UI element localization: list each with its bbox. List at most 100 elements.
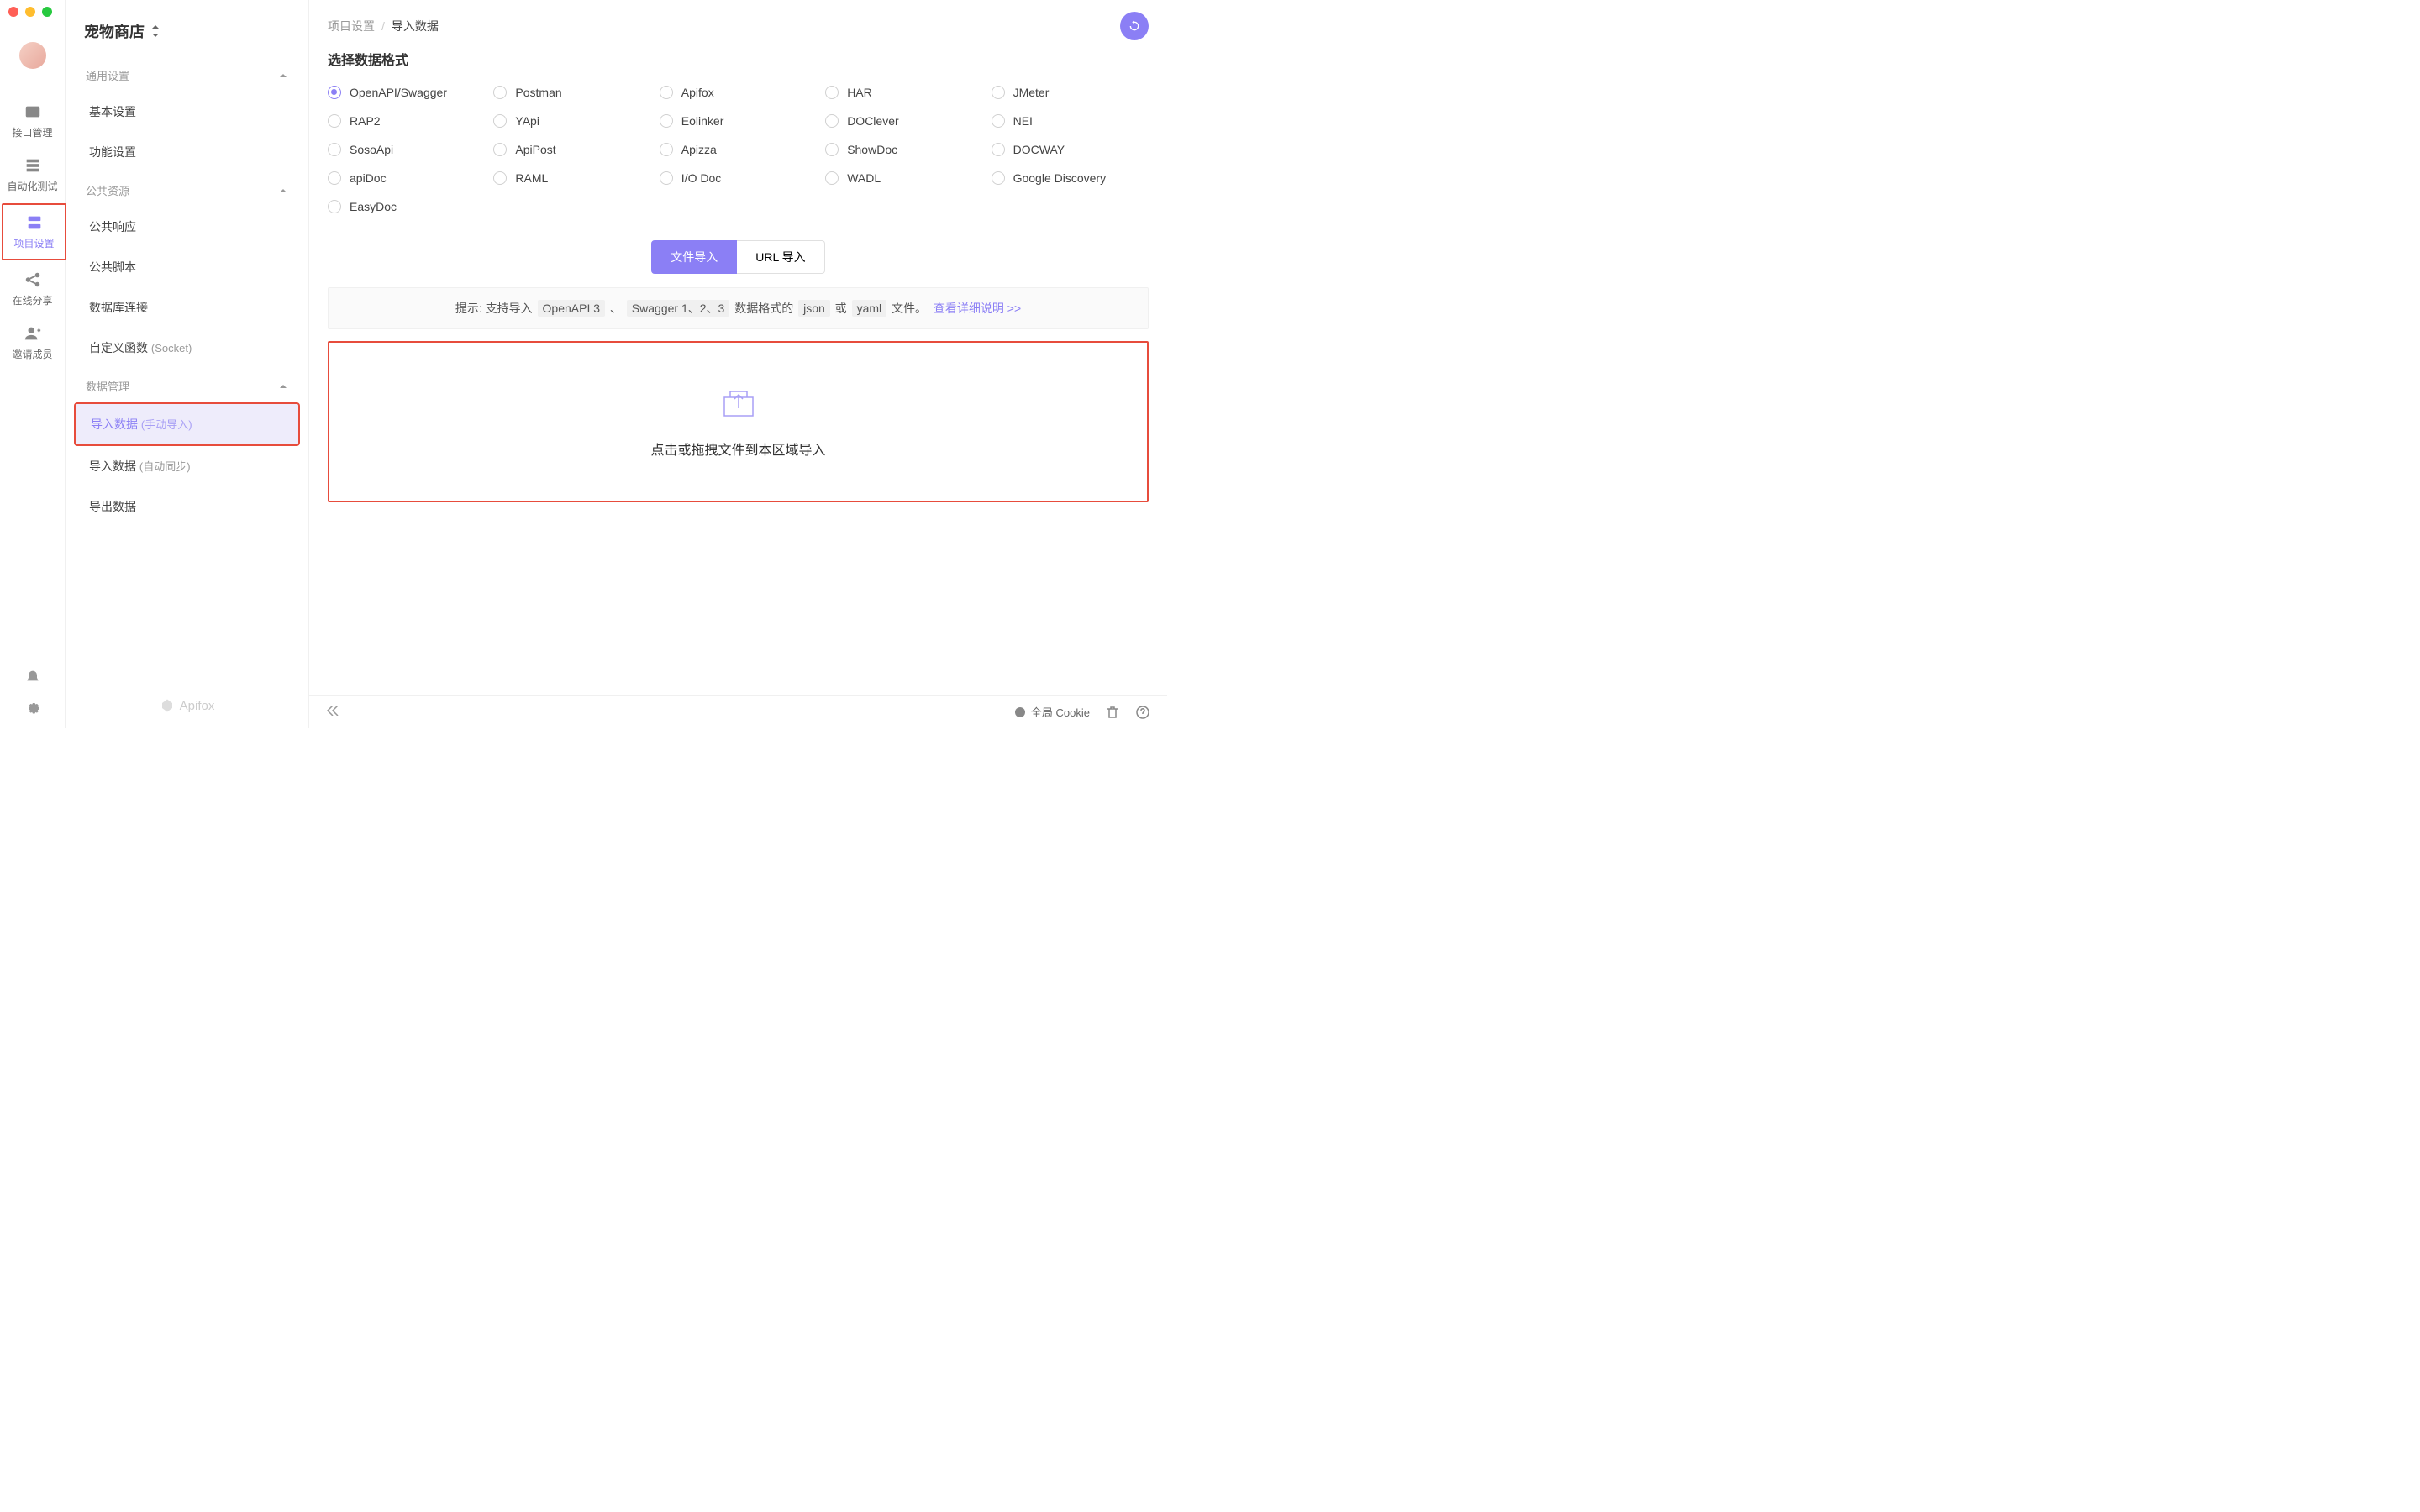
format-option[interactable]: JMeter — [992, 86, 1149, 99]
format-option[interactable]: SosoApi — [328, 143, 485, 156]
menu-import-auto[interactable]: 导入数据 (自动同步) — [74, 446, 300, 486]
format-label: Apifox — [681, 86, 714, 99]
maximize-window-button[interactable] — [42, 7, 52, 17]
breadcrumb-parent[interactable]: 项目设置 — [328, 18, 375, 34]
menu-export-data[interactable]: 导出数据 — [74, 486, 300, 527]
cookie-label: 全局 Cookie — [1031, 704, 1090, 720]
format-option[interactable]: RAML — [493, 171, 650, 185]
refresh-button[interactable] — [1120, 12, 1149, 40]
format-label: Google Discovery — [1013, 171, 1107, 185]
minimize-window-button[interactable] — [25, 7, 35, 17]
radio-button — [660, 143, 673, 156]
format-option[interactable]: Google Discovery — [992, 171, 1149, 185]
refresh-icon — [1128, 19, 1141, 33]
radio-button — [328, 143, 341, 156]
nav-label: 在线分享 — [12, 293, 52, 307]
nav-api-management[interactable]: 接口管理 — [0, 94, 65, 148]
format-option[interactable]: ShowDoc — [825, 143, 982, 156]
radio-button — [493, 143, 507, 156]
format-option[interactable]: RAP2 — [328, 114, 485, 128]
collapse-sidebar-button[interactable] — [326, 705, 339, 720]
tab-url-import[interactable]: URL 导入 — [737, 240, 824, 274]
chevron-up-icon — [278, 71, 288, 81]
menu-public-script[interactable]: 公共脚本 — [74, 247, 300, 287]
breadcrumb-current: 导入数据 — [392, 18, 439, 34]
nav-invite-members[interactable]: 邀请成员 — [0, 316, 65, 370]
icon-sidebar: 接口管理 自动化测试 项目设置 在线分享 邀请成员 — [0, 0, 66, 728]
format-option[interactable]: Postman — [493, 86, 650, 99]
menu-label: 自定义函数 — [89, 341, 148, 354]
help-button[interactable] — [1135, 705, 1150, 720]
format-option[interactable]: I/O Doc — [660, 171, 817, 185]
radio-button — [328, 86, 341, 99]
bottom-bar: 全局 Cookie — [309, 695, 1167, 728]
menu-suffix: (自动同步) — [139, 460, 191, 473]
format-option[interactable]: YApi — [493, 114, 650, 128]
nav-automation-test[interactable]: 自动化测试 — [0, 148, 65, 202]
format-label: SosoApi — [350, 143, 393, 156]
trash-button[interactable] — [1105, 705, 1120, 720]
format-option[interactable]: Apizza — [660, 143, 817, 156]
format-option[interactable]: Eolinker — [660, 114, 817, 128]
format-label: HAR — [847, 86, 872, 99]
menu-database-connection[interactable]: 数据库连接 — [74, 287, 300, 328]
notifications-icon[interactable] — [24, 669, 41, 686]
hint-tag: json — [798, 300, 830, 317]
hint-tag: OpenAPI 3 — [538, 300, 606, 317]
icon-nav: 接口管理 自动化测试 项目设置 在线分享 邀请成员 — [0, 94, 65, 669]
breadcrumb-separator: / — [381, 19, 385, 33]
nav-label: 自动化测试 — [7, 179, 57, 193]
file-drop-zone[interactable]: 点击或拖拽文件到本区域导入 — [328, 341, 1149, 502]
menu-basic-settings[interactable]: 基本设置 — [74, 92, 300, 132]
format-option[interactable]: NEI — [992, 114, 1149, 128]
radio-button — [992, 143, 1005, 156]
global-cookie-toggle[interactable]: 全局 Cookie — [1014, 704, 1090, 720]
nav-label: 项目设置 — [13, 236, 54, 250]
format-option[interactable]: Apifox — [660, 86, 817, 99]
format-option[interactable]: DOCWAY — [992, 143, 1149, 156]
gear-icon[interactable] — [24, 699, 41, 716]
radio-button — [825, 143, 839, 156]
format-option[interactable]: apiDoc — [328, 171, 485, 185]
section-general[interactable]: 通用设置 — [74, 57, 300, 92]
api-icon — [24, 102, 42, 121]
tab-file-import[interactable]: 文件导入 — [651, 240, 737, 274]
user-avatar[interactable] — [19, 42, 46, 69]
menu-feature-settings[interactable]: 功能设置 — [74, 132, 300, 172]
hint-link[interactable]: 查看详细说明 >> — [934, 302, 1021, 315]
menu-suffix: (手动导入) — [141, 418, 192, 431]
format-option[interactable]: WADL — [825, 171, 982, 185]
format-option[interactable]: ApiPost — [493, 143, 650, 156]
nav-project-settings[interactable]: 项目设置 — [2, 203, 66, 260]
hint-text: 或 — [835, 302, 847, 315]
menu-custom-function[interactable]: 自定义函数 (Socket) — [74, 328, 300, 368]
format-label: WADL — [847, 171, 881, 185]
format-label: RAML — [515, 171, 548, 185]
chevron-up-icon — [278, 381, 288, 391]
chevron-updown-icon — [151, 25, 160, 37]
format-option[interactable]: OpenAPI/Swagger — [328, 86, 485, 99]
format-option[interactable]: EasyDoc — [328, 200, 485, 213]
menu-label: 导入数据 — [89, 459, 136, 473]
hint-text: 文件。 — [892, 302, 927, 315]
settings-icon — [25, 213, 44, 232]
section-public-resources[interactable]: 公共资源 — [74, 172, 300, 207]
format-option[interactable]: HAR — [825, 86, 982, 99]
section-title: 公共资源 — [86, 182, 129, 198]
radio-button — [660, 171, 673, 185]
help-icon — [1135, 705, 1150, 720]
hint-text: 提示: 支持导入 — [455, 302, 533, 315]
project-selector[interactable]: 宠物商店 — [66, 0, 308, 57]
section-data-management[interactable]: 数据管理 — [74, 368, 300, 402]
nav-online-share[interactable]: 在线分享 — [0, 262, 65, 316]
menu-public-response[interactable]: 公共响应 — [74, 207, 300, 247]
close-window-button[interactable] — [8, 7, 18, 17]
format-label: Apizza — [681, 143, 717, 156]
radio-button — [328, 200, 341, 213]
format-label: apiDoc — [350, 171, 387, 185]
menu-import-manual[interactable]: 导入数据 (手动导入) — [74, 402, 300, 446]
section-title: 数据管理 — [86, 378, 129, 394]
section-title: 通用设置 — [86, 67, 129, 83]
radio-button — [825, 171, 839, 185]
format-option[interactable]: DOClever — [825, 114, 982, 128]
